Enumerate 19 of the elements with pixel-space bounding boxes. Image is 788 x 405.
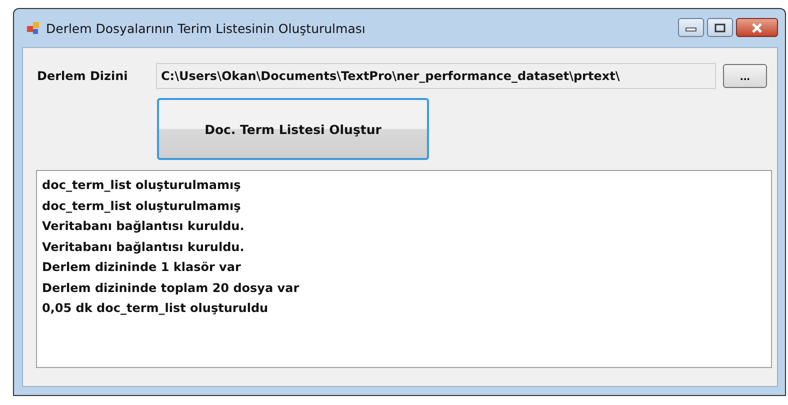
app-icon — [26, 21, 40, 35]
close-button[interactable] — [736, 18, 778, 37]
create-button[interactable]: Doc. Term Listesi Oluştur — [157, 98, 429, 160]
window-title: Derlem Dosyalarının Terim Listesinin Oluşturulması — [46, 20, 366, 36]
maximize-icon — [714, 22, 726, 32]
log-line: Veritabanı bağlantısı kuruldu. — [42, 218, 246, 235]
log-line: doc_term_list oluşturulmamış — [42, 177, 242, 194]
log-line: Veritabanı bağlantısı kuruldu. — [42, 238, 246, 256]
browse-button[interactable]: ... — [723, 64, 767, 88]
log-textbox[interactable] — [36, 170, 772, 368]
path-label: Derlem Dizini — [37, 69, 129, 83]
log-line: Derlem dizininde 1 klasör var — [42, 259, 242, 276]
maximize-button[interactable] — [707, 18, 733, 37]
log-line: 0,05 dk doc_term_list oluşturuldu — [42, 300, 270, 317]
minimize-button[interactable] — [678, 18, 704, 37]
close-icon — [750, 22, 764, 34]
log-line: Derlem dizininde toplam 20 dosya var — [42, 280, 300, 297]
log-line: doc_term_list oluşturulmamış — [42, 198, 242, 215]
path-field[interactable]: C:\Users\Okan\Documents\TextPro\ner_performance_dataset\prtext\ — [156, 63, 716, 89]
